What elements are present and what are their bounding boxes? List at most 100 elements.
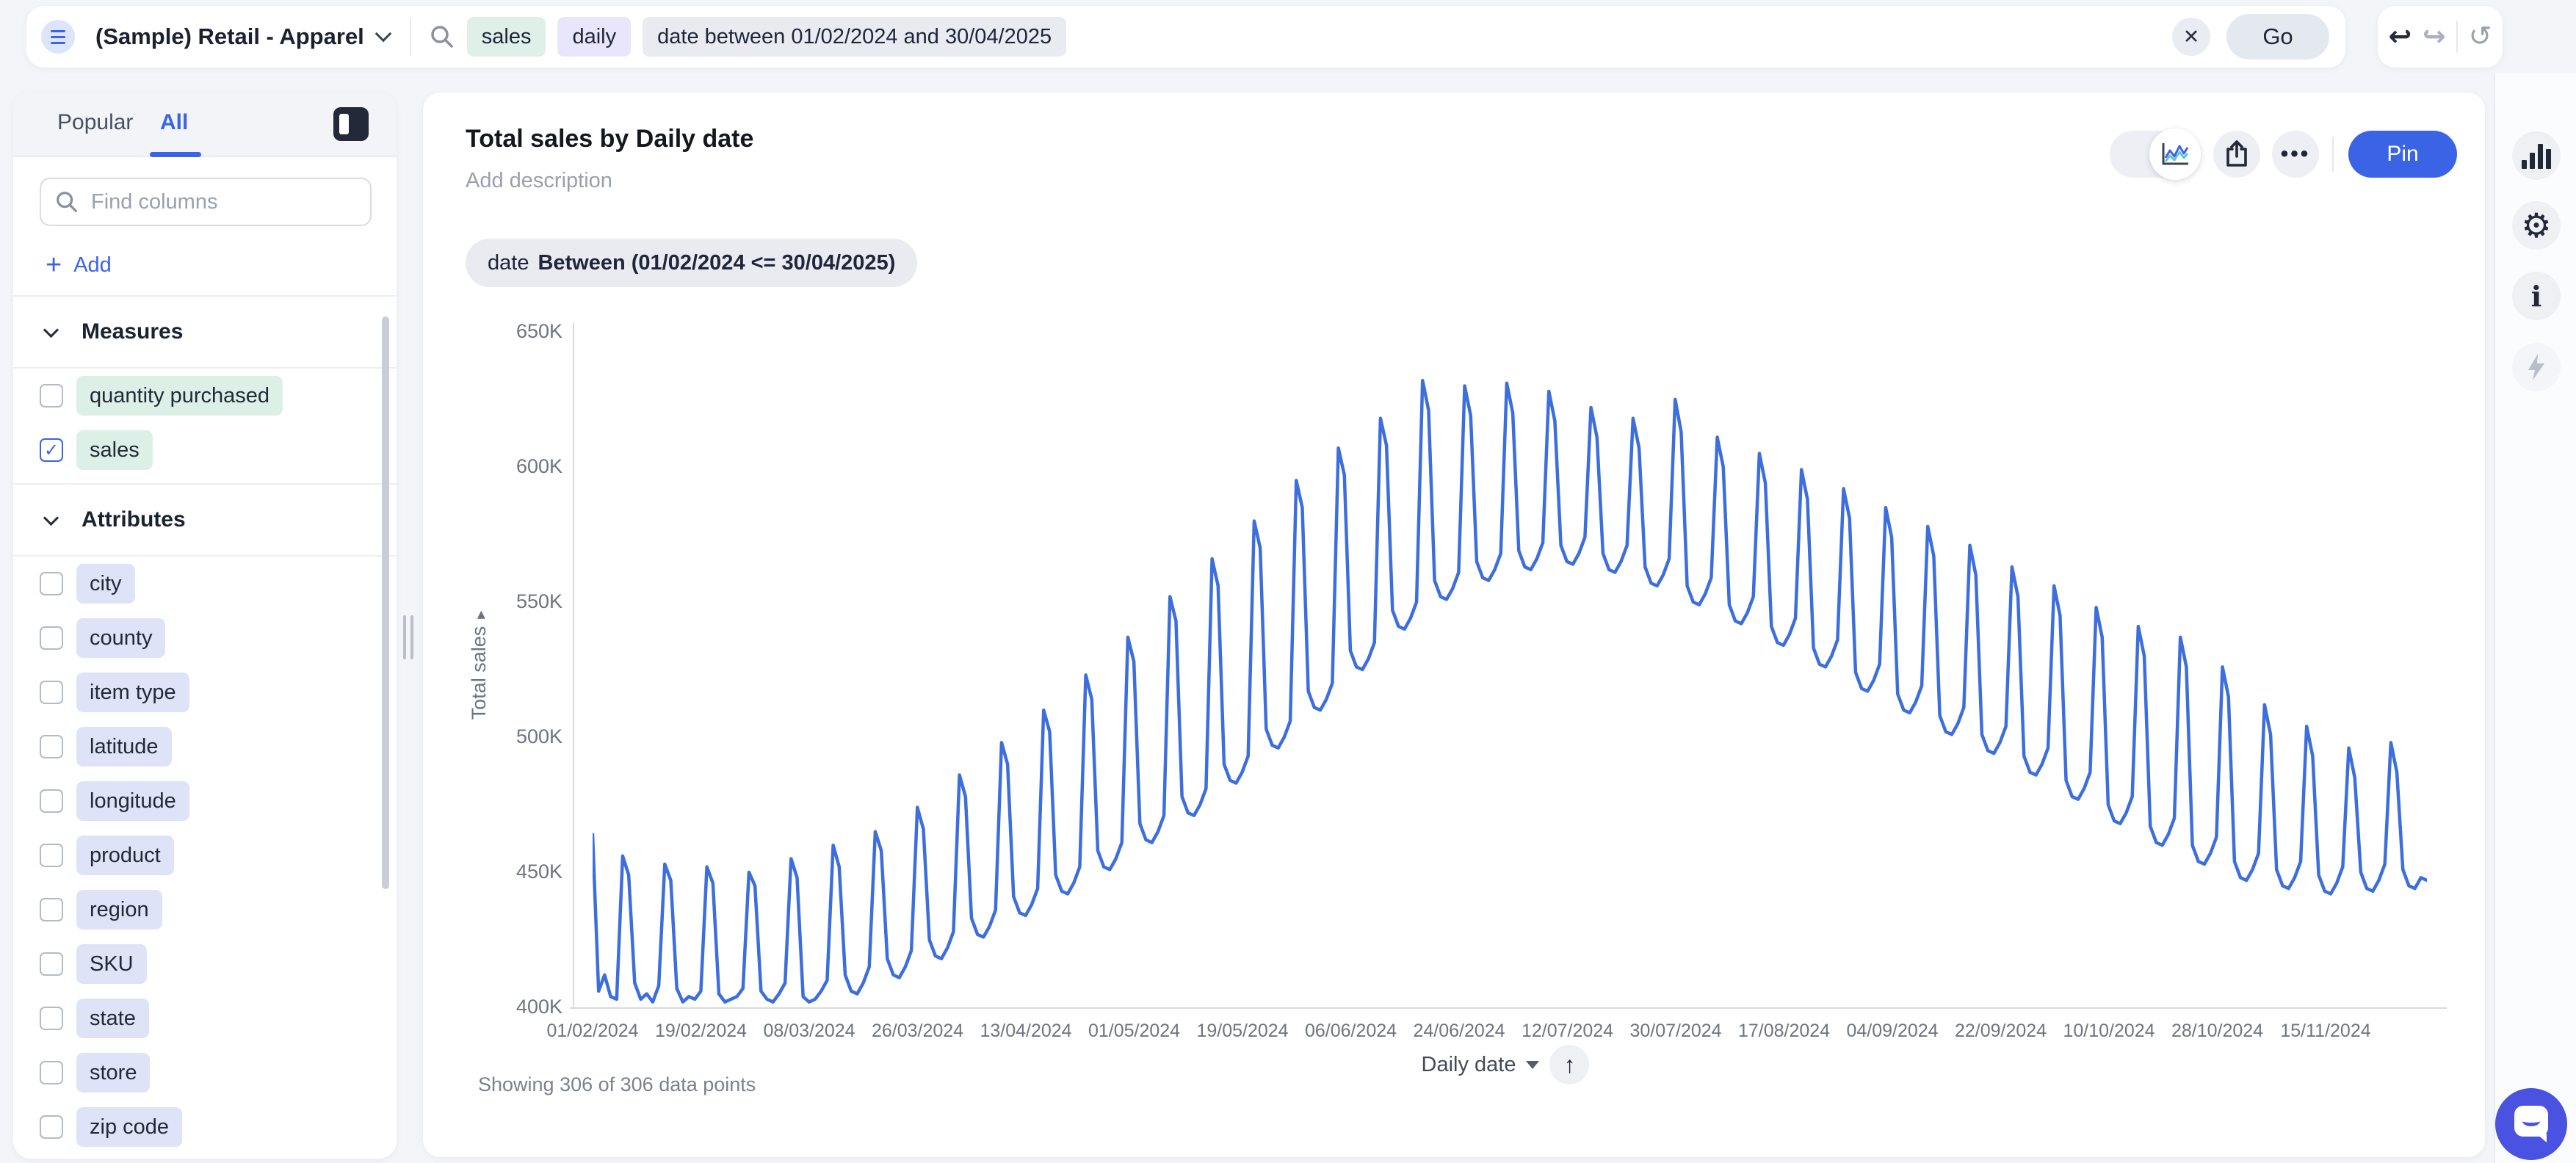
x-axis-tick-label: 28/10/2024	[2171, 1021, 2264, 1041]
x-axis-tick-label: 24/06/2024	[1413, 1021, 1505, 1041]
search-token[interactable]: date between 01/02/2024 and 30/04/2025	[643, 17, 1067, 57]
divider	[2332, 137, 2334, 172]
sort-ascending-button[interactable]: ↑	[1549, 1045, 1590, 1084]
column-token[interactable]: quantity purchased	[76, 376, 283, 416]
nav-menu-button[interactable]	[41, 20, 75, 54]
column-token[interactable]: longitude	[76, 781, 189, 821]
chevron-down-icon	[1526, 1060, 1540, 1069]
plus-icon: +	[46, 250, 62, 280]
display-mode-toggle[interactable]	[2110, 128, 2201, 180]
column-token[interactable]: item type	[76, 673, 189, 712]
search-token[interactable]: daily	[557, 17, 632, 57]
y-axis-line	[573, 323, 574, 1009]
x-axis-tick-label: 26/03/2024	[871, 1021, 964, 1041]
omnibox-search-bar[interactable]: (Sample) Retail - Apparel sales daily date…	[26, 6, 2345, 68]
pin-button[interactable]: Pin	[2348, 131, 2457, 178]
y-axis-tick-label: 500K	[515, 725, 562, 747]
column-token[interactable]: SKU	[76, 944, 147, 984]
add-description[interactable]: Add description	[466, 169, 612, 193]
checkbox[interactable]	[40, 735, 63, 758]
collapse-panel-icon[interactable]	[333, 107, 369, 141]
column-token[interactable]: sales	[76, 430, 153, 470]
x-axis-tick-label: 17/08/2024	[1737, 1021, 1831, 1041]
chart-view-icon[interactable]	[2149, 128, 2201, 180]
y-axis-tick-label: 550K	[515, 590, 562, 612]
x-axis-field-selector[interactable]: Daily date ↑	[1410, 1044, 1601, 1085]
checkbox[interactable]	[40, 844, 63, 867]
column-token[interactable]: store	[76, 1053, 151, 1093]
column-row: SKU	[13, 937, 397, 991]
checkbox[interactable]	[40, 952, 63, 976]
checkbox[interactable]	[40, 1115, 63, 1139]
answer-title[interactable]: Total sales by Daily date	[466, 125, 753, 153]
checkbox[interactable]	[40, 572, 63, 595]
x-axis-tick-label: 12/07/2024	[1521, 1021, 1614, 1041]
search-token-list: sales daily date between 01/02/2024 and 30…	[455, 17, 1067, 57]
checkbox[interactable]	[40, 681, 63, 704]
column-token[interactable]: city	[76, 564, 135, 604]
column-row: region	[13, 883, 397, 937]
checkbox[interactable]	[40, 1007, 63, 1030]
share-button[interactable]	[2213, 131, 2260, 178]
x-axis-tick-label: 22/09/2024	[1954, 1021, 2047, 1041]
redo-icon[interactable]: ↪	[2423, 23, 2446, 51]
answer-card: Total sales by Daily date Add descriptio…	[423, 93, 2485, 1157]
x-axis-tick-label: 01/05/2024	[1088, 1021, 1181, 1041]
close-icon: ✕	[2182, 25, 2200, 48]
tab-popular[interactable]: Popular	[57, 110, 133, 135]
column-row: city	[13, 557, 397, 611]
search-icon	[431, 26, 453, 48]
help-chat-button[interactable]	[2495, 1088, 2567, 1160]
chart-settings-button[interactable]: ⚙	[2512, 201, 2561, 250]
undo-icon[interactable]: ↩	[2388, 23, 2412, 51]
insights-button[interactable]	[2512, 343, 2561, 391]
column-token[interactable]: region	[76, 890, 162, 930]
checkbox[interactable]	[40, 789, 63, 813]
chart-type-button[interactable]	[2512, 131, 2561, 180]
column-token[interactable]: county	[76, 618, 166, 658]
more-menu-button[interactable]: •••	[2272, 131, 2319, 178]
clear-search-button[interactable]: ✕	[2172, 18, 2210, 56]
column-token[interactable]: state	[76, 999, 149, 1038]
history-toolbar: ↩ ↪ ↺	[2378, 6, 2503, 68]
column-token[interactable]: product	[76, 836, 174, 875]
column-list: Measures quantity purchased ✓ sales Attrib…	[13, 295, 397, 1154]
chat-bubble-icon	[2514, 1106, 2548, 1142]
column-row: quantity purchased	[13, 369, 397, 423]
share-icon	[2226, 140, 2247, 167]
find-columns-placeholder: Find columns	[91, 189, 218, 214]
reset-icon[interactable]: ↺	[2469, 23, 2492, 51]
section-header-attributes[interactable]: Attributes	[13, 485, 397, 555]
find-columns-input[interactable]: Find columns	[40, 178, 372, 226]
line-chart[interactable]	[593, 332, 2427, 1007]
search-token[interactable]: sales	[466, 17, 546, 57]
section-header-measures[interactable]: Measures	[13, 297, 397, 367]
go-button[interactable]: Go	[2226, 14, 2329, 59]
checkbox[interactable]	[40, 898, 63, 921]
x-axis-tick-label: 19/05/2024	[1196, 1021, 1289, 1041]
date-filter-chip[interactable]: date Between (01/02/2024 <= 30/04/2025)	[466, 239, 918, 287]
bar-chart-icon	[2522, 142, 2551, 169]
gear-icon: ⚙	[2521, 206, 2552, 244]
x-axis-tick-label: 13/04/2024	[980, 1021, 1072, 1041]
checkbox-checked[interactable]: ✓	[40, 438, 63, 462]
column-token[interactable]: latitude	[76, 727, 172, 767]
divider	[409, 18, 411, 56]
checkbox[interactable]	[40, 1061, 63, 1084]
column-row: product	[13, 828, 397, 883]
scrollbar[interactable]	[382, 316, 389, 889]
add-column-button[interactable]: + Add	[46, 251, 112, 279]
panel-resize-handle[interactable]	[403, 615, 413, 659]
y-axis-tick-label: 650K	[515, 320, 562, 342]
checkbox[interactable]	[40, 626, 63, 650]
y-axis-tick-label: 600K	[515, 455, 562, 477]
active-tab-indicator	[150, 152, 201, 157]
column-token[interactable]: zip code	[76, 1107, 183, 1147]
details-button[interactable]: i	[2512, 272, 2561, 320]
chevron-down-icon[interactable]	[375, 25, 392, 43]
tab-all[interactable]: All	[160, 110, 188, 135]
datasource-title[interactable]: (Sample) Retail - Apparel	[95, 23, 364, 50]
y-axis-tick-label: 450K	[515, 861, 562, 883]
chevron-down-icon	[43, 322, 59, 338]
checkbox[interactable]	[40, 384, 63, 407]
